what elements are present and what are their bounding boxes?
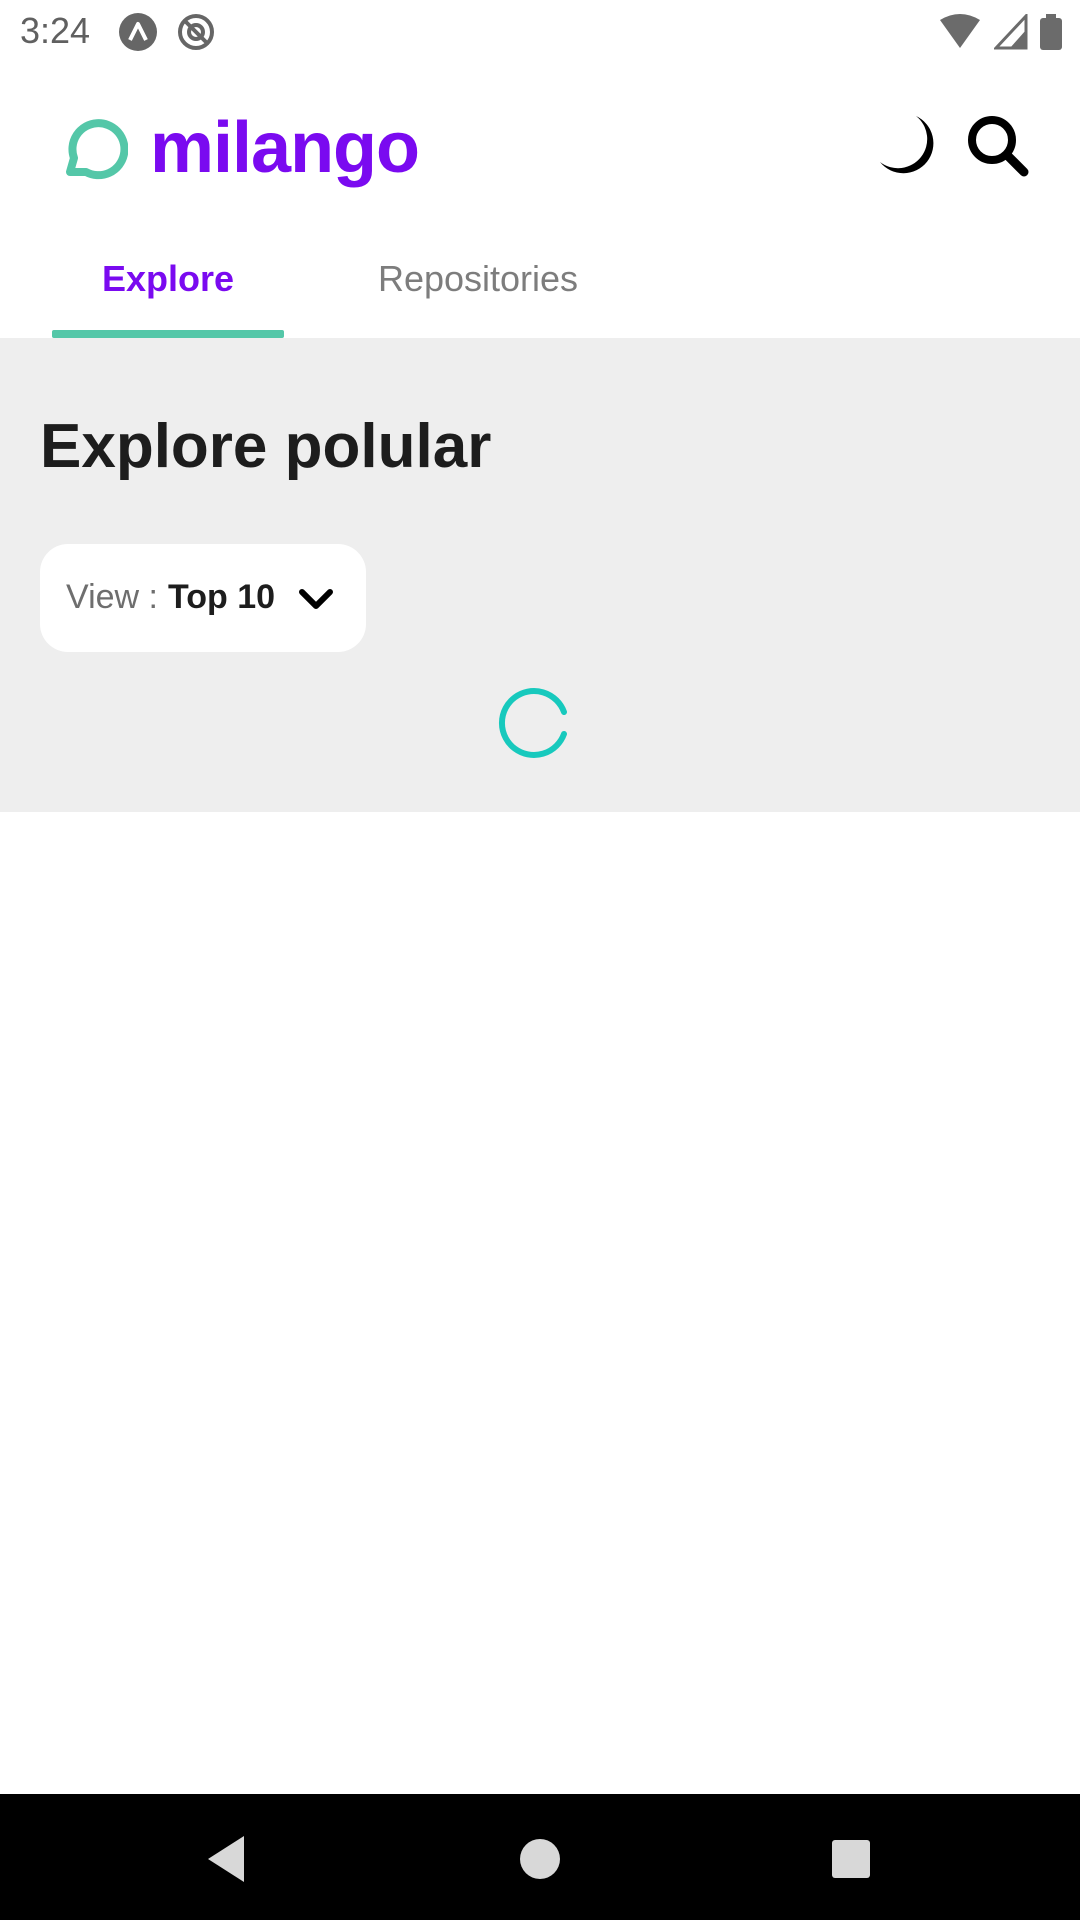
content-panel: Explore polular View : Top 10	[0, 338, 1080, 812]
tab-explore[interactable]: Explore	[52, 258, 284, 300]
moon-icon[interactable]	[870, 110, 942, 182]
status-time: 3:24	[20, 10, 91, 51]
search-icon[interactable]	[962, 110, 1034, 182]
app-header: milango	[0, 62, 1080, 240]
system-nav-bar	[0, 1794, 1080, 1920]
app-screen: 3:24 milango Explore Repositories Explor…	[0, 0, 1080, 1920]
brand-name: milango	[150, 108, 420, 188]
status-bar: 3:24	[0, 0, 1080, 62]
loading-spinner	[498, 688, 567, 758]
chat-bubble-logo-icon	[66, 119, 128, 180]
view-dropdown-label: View :	[66, 578, 158, 616]
cell-signal-icon	[994, 14, 1028, 50]
notification-at-icon	[178, 14, 214, 50]
view-dropdown[interactable]: View : Top 10	[40, 544, 366, 652]
wifi-icon	[940, 14, 980, 48]
view-dropdown-value: Top 10	[168, 578, 276, 616]
tab-indicator	[52, 330, 284, 338]
tab-bar: Explore Repositories	[0, 240, 1080, 338]
tab-repositories[interactable]: Repositories	[330, 258, 626, 300]
page-title: Explore polular	[40, 412, 492, 481]
battery-icon	[1040, 14, 1062, 50]
status-right-icons	[938, 12, 1062, 52]
chevron-down-icon	[299, 589, 333, 609]
recents-nav-icon[interactable]	[824, 1832, 878, 1886]
notification-app-icon	[119, 13, 157, 51]
home-nav-icon[interactable]	[513, 1832, 567, 1886]
back-nav-icon[interactable]	[200, 1832, 254, 1886]
